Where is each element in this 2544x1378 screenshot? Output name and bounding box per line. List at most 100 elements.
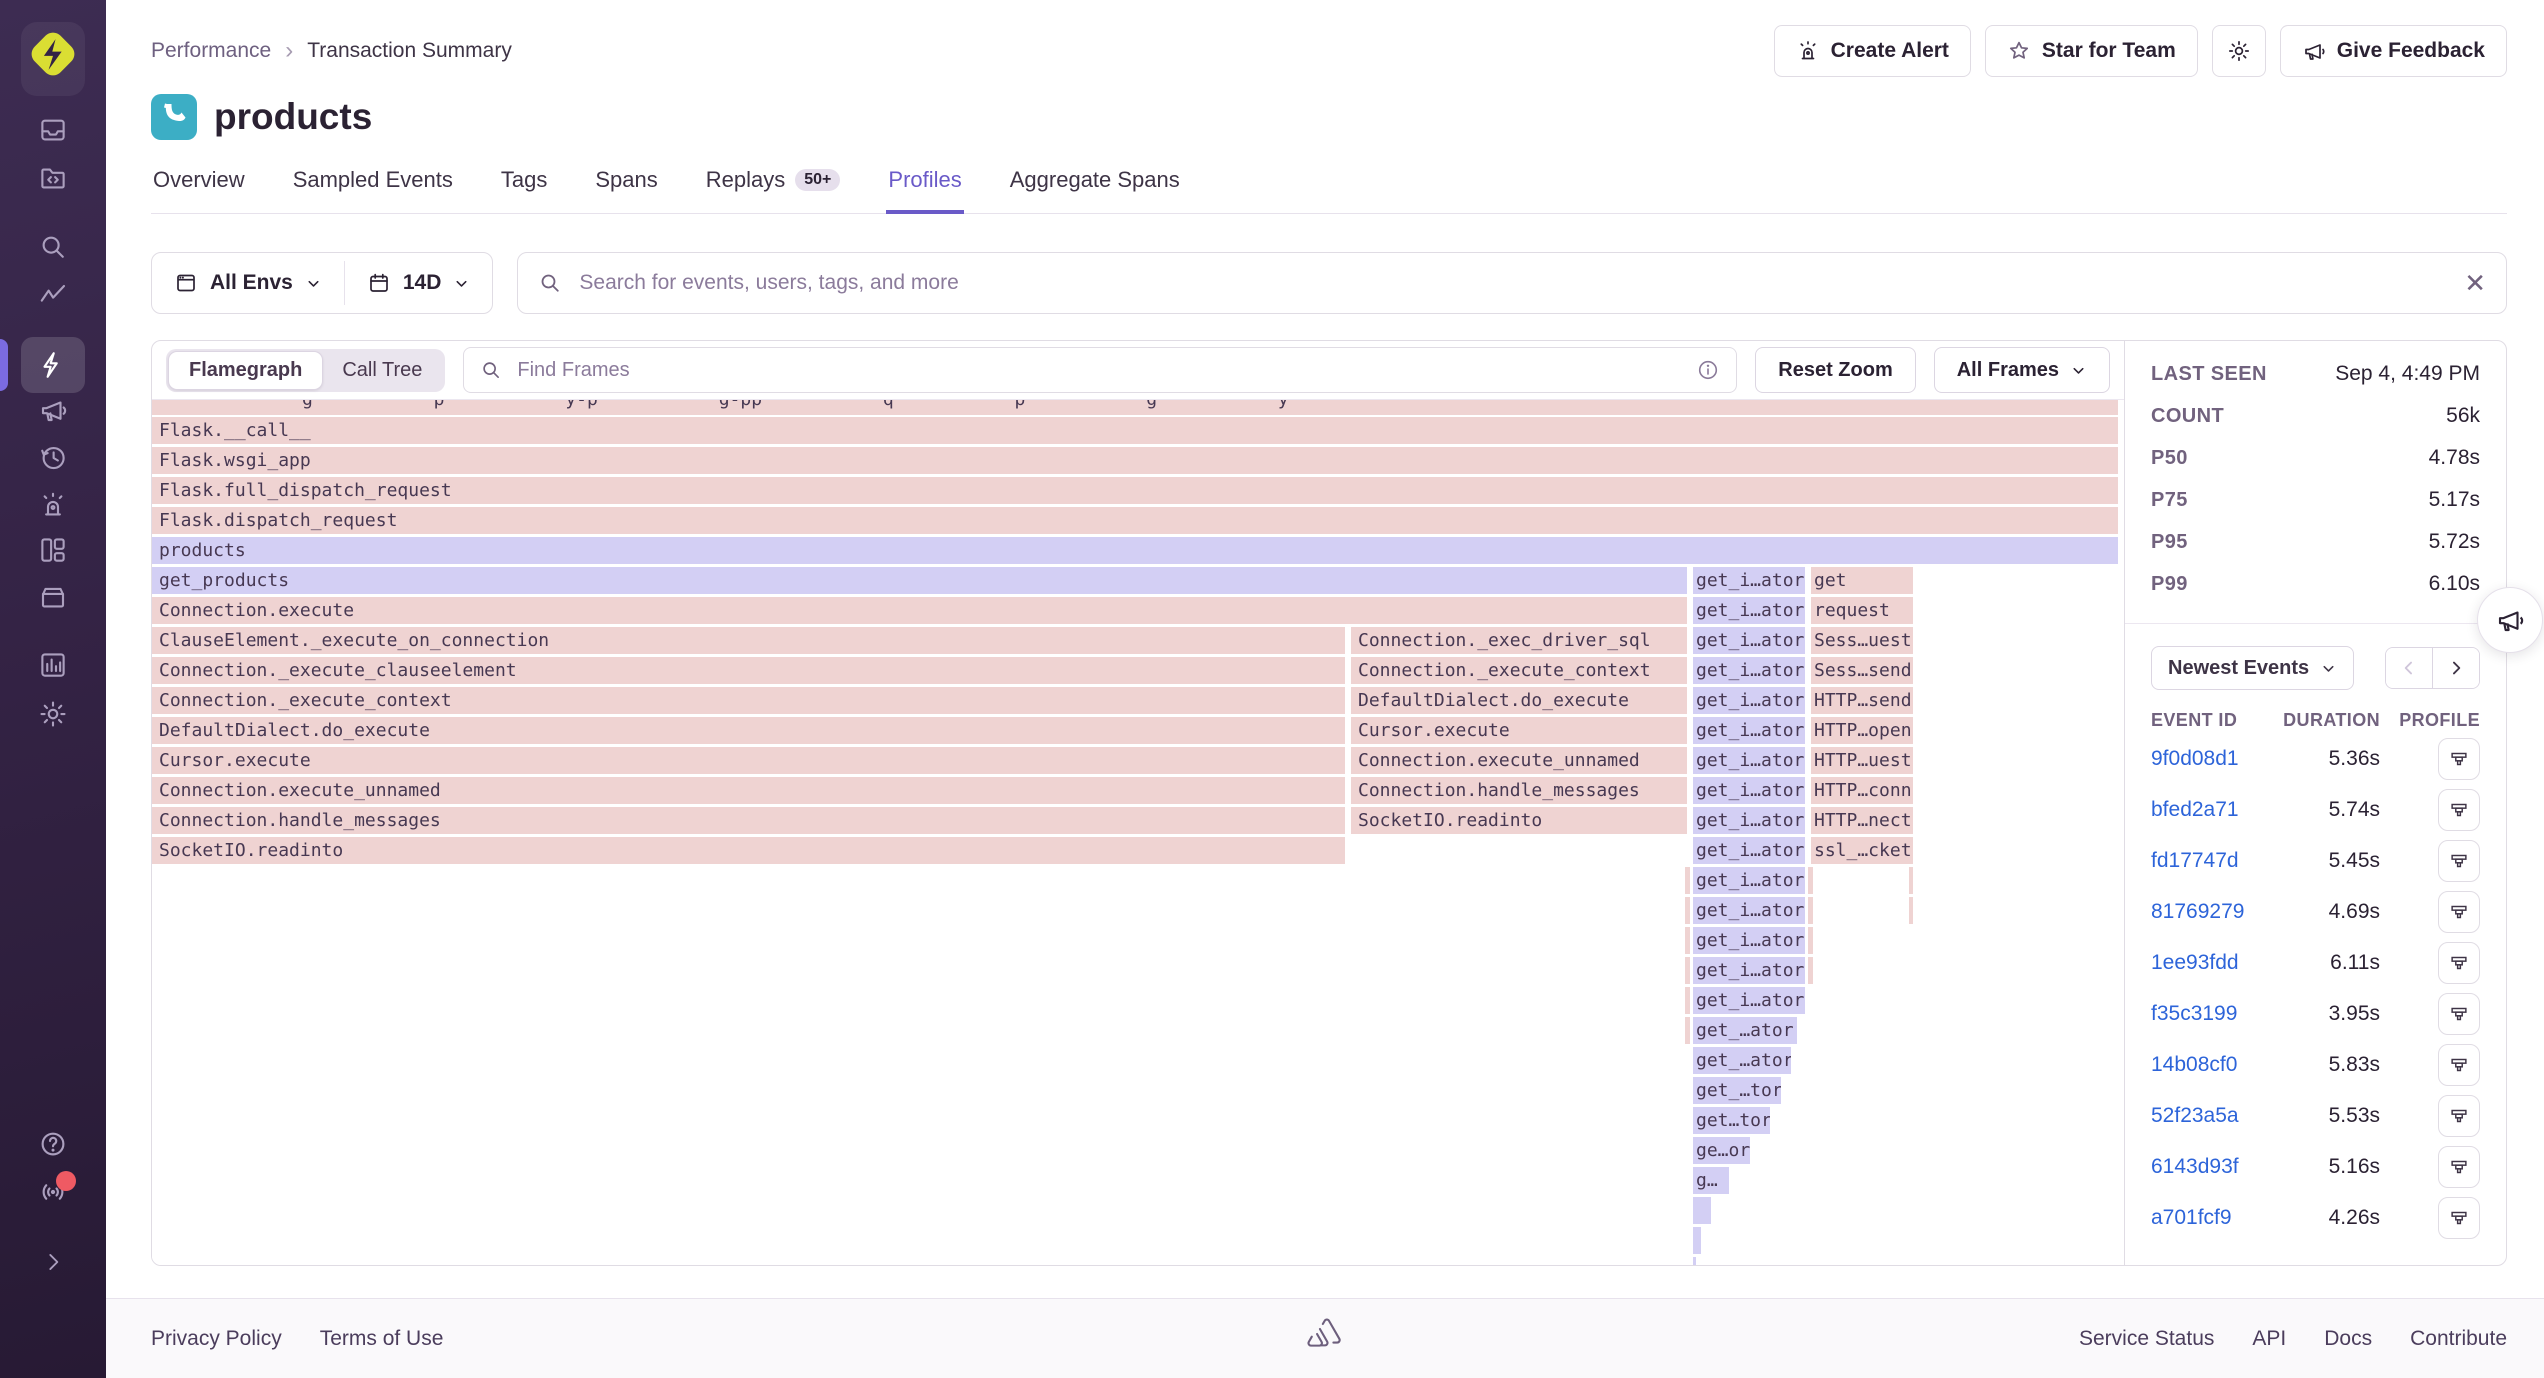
flame-frame[interactable]: Sess…uest (1811, 627, 1913, 654)
flame-frame-sliver[interactable] (1808, 867, 1813, 894)
flame-frame[interactable]: Connection.execute (152, 597, 1687, 624)
create-alert-button[interactable]: Create Alert (1774, 25, 1971, 77)
event-id-link[interactable]: f35c3199 (2151, 1002, 2260, 1026)
sidebar-item-help[interactable] (25, 1121, 81, 1167)
flame-frame[interactable]: HTTP…nect (1811, 807, 1913, 834)
call-tree-view-button[interactable]: Call Tree (322, 352, 442, 389)
find-frames-input[interactable] (515, 358, 1683, 383)
clear-search-icon[interactable]: ✕ (2464, 270, 2486, 296)
flame-frame-sliver[interactable] (1693, 1257, 1696, 1265)
flame-frame-sliver[interactable] (1909, 867, 1913, 894)
flame-frame[interactable]: get_i…ator (1693, 747, 1805, 774)
view-profile-button[interactable] (2438, 993, 2480, 1035)
sidebar-item-search[interactable] (25, 224, 81, 270)
sidebar-item-dashboards[interactable] (25, 527, 81, 573)
flame-frame[interactable]: Connection._execute_context (1351, 657, 1687, 684)
flame-frame[interactable]: get_…ator (1693, 1017, 1797, 1044)
event-id-link[interactable]: 81769279 (2151, 900, 2260, 924)
flame-frame[interactable]: get_i…ator (1693, 597, 1805, 624)
flame-frame[interactable]: Cursor.execute (1351, 717, 1687, 744)
flame-frame-sliver[interactable] (1685, 927, 1690, 954)
flame-frame[interactable]: get_i…ator (1693, 687, 1805, 714)
view-profile-button[interactable] (2438, 1095, 2480, 1137)
event-id-link[interactable]: 14b08cf0 (2151, 1053, 2260, 1077)
frame-filter-dropdown[interactable]: All Frames (1934, 347, 2110, 393)
sidebar-item-collapse[interactable] (25, 1239, 81, 1285)
next-page-button[interactable] (2433, 648, 2479, 688)
flame-frame[interactable]: get_…tor (1693, 1077, 1781, 1104)
star-for-team-button[interactable]: Star for Team (1985, 25, 2198, 77)
flame-frame[interactable]: get…tor (1693, 1107, 1770, 1134)
flame-frame[interactable]: DefaultDialect.do_execute (1351, 687, 1687, 714)
tab-overview[interactable]: Overview (151, 165, 247, 214)
flame-frame-sliver[interactable] (1693, 1227, 1701, 1254)
flame-frame-sliver[interactable] (1685, 867, 1690, 894)
footer-link-docs[interactable]: Docs (2324, 1327, 2372, 1351)
flamegraph-view-button[interactable]: Flamegraph (169, 352, 322, 389)
view-profile-button[interactable] (2438, 1197, 2480, 1239)
flame-frame-partial[interactable]: g p y-p g-pp q p g y (152, 400, 2118, 415)
event-id-link[interactable]: bfed2a71 (2151, 798, 2260, 822)
flame-frame[interactable]: ge…or (1693, 1137, 1750, 1164)
view-profile-button[interactable] (2438, 738, 2480, 780)
flame-frame[interactable]: Flask.__call__ (152, 417, 2118, 444)
breadcrumb-performance[interactable]: Performance (151, 39, 271, 63)
flamegraph-canvas[interactable]: g p y-p g-pp q p g y Flask.__call__ Flask.… (152, 400, 2124, 1265)
flame-frame[interactable]: get_…ator (1693, 1047, 1791, 1074)
event-id-link[interactable]: 6143d93f (2151, 1155, 2260, 1179)
flame-frame-sliver[interactable] (1808, 897, 1813, 924)
flame-frame[interactable]: get (1811, 567, 1913, 594)
event-id-link[interactable]: 52f23a5a (2151, 1104, 2260, 1128)
event-id-link[interactable]: 1ee93fdd (2151, 951, 2260, 975)
flame-frame[interactable]: get_i…ator (1693, 777, 1805, 804)
flame-frame[interactable]: HTTP…open (1811, 717, 1913, 744)
flame-frame[interactable]: Flask.full_dispatch_request (152, 477, 2118, 504)
reset-zoom-button[interactable]: Reset Zoom (1755, 347, 1915, 393)
tab-spans[interactable]: Spans (593, 165, 659, 214)
flame-frame[interactable]: get_i…ator (1693, 867, 1805, 894)
footer-link-api[interactable]: API (2252, 1327, 2286, 1351)
info-icon[interactable] (1696, 358, 1720, 382)
footer-link-privacy-policy[interactable]: Privacy Policy (151, 1327, 282, 1351)
sidebar-item-projects[interactable] (25, 155, 81, 201)
flame-frame[interactable]: get_i…ator (1693, 807, 1805, 834)
flame-frame[interactable]: Cursor.execute (152, 747, 1345, 774)
view-profile-button[interactable] (2438, 942, 2480, 984)
sidebar-item-issues[interactable] (25, 107, 81, 153)
footer-link-contribute[interactable]: Contribute (2410, 1327, 2507, 1351)
flame-frame[interactable]: Connection.handle_messages (152, 807, 1345, 834)
flame-frame[interactable]: HTTP…send (1811, 687, 1913, 714)
flame-frame[interactable]: HTTP…conn (1811, 777, 1913, 804)
flame-frame[interactable]: get_i…ator (1693, 837, 1805, 864)
flame-frame-sliver[interactable] (1808, 957, 1813, 984)
flame-frame[interactable]: Flask.dispatch_request (152, 507, 2118, 534)
flame-frame[interactable]: Sess…send (1811, 657, 1913, 684)
flame-frame[interactable]: Connection._execute_context (152, 687, 1345, 714)
view-profile-button[interactable] (2438, 840, 2480, 882)
flame-frame-sliver[interactable] (1685, 957, 1690, 984)
tab-tags[interactable]: Tags (499, 165, 549, 214)
previous-page-button[interactable] (2386, 648, 2433, 688)
date-range-selector[interactable]: 14D (345, 253, 493, 313)
flame-frame[interactable]: Connection._exec_driver_sql (1351, 627, 1687, 654)
flame-frame[interactable]: DefaultDialect.do_execute (152, 717, 1345, 744)
event-id-link[interactable]: 9f0d08d1 (2151, 747, 2260, 771)
flame-frame-sliver[interactable] (1909, 897, 1913, 924)
flame-frame[interactable]: get_i…ator (1693, 657, 1805, 684)
flame-frame[interactable]: HTTP…uest (1811, 747, 1913, 774)
flame-frame[interactable]: get_i…ator (1693, 567, 1805, 594)
flame-frame[interactable]: g… (1693, 1167, 1729, 1194)
flame-frame[interactable]: Connection.handle_messages (1351, 777, 1687, 804)
footer-link-terms-of-use[interactable]: Terms of Use (320, 1327, 444, 1351)
flame-frame[interactable]: get_i…ator (1693, 627, 1805, 654)
flame-frame[interactable]: Connection.execute_unnamed (152, 777, 1345, 804)
flame-frame[interactable]: get_products (152, 567, 1687, 594)
flame-frame[interactable]: get_i…ator (1693, 957, 1805, 984)
feedback-fab[interactable] (2477, 587, 2543, 653)
flame-frame[interactable]: Connection._execute_clauseelement (152, 657, 1345, 684)
footer-link-service-status[interactable]: Service Status (2079, 1327, 2214, 1351)
tab-sampled-events[interactable]: Sampled Events (291, 165, 455, 214)
environment-selector[interactable]: All Envs (152, 253, 344, 313)
flame-frame[interactable]: get_i…ator (1693, 717, 1805, 744)
settings-button[interactable] (2212, 25, 2266, 77)
